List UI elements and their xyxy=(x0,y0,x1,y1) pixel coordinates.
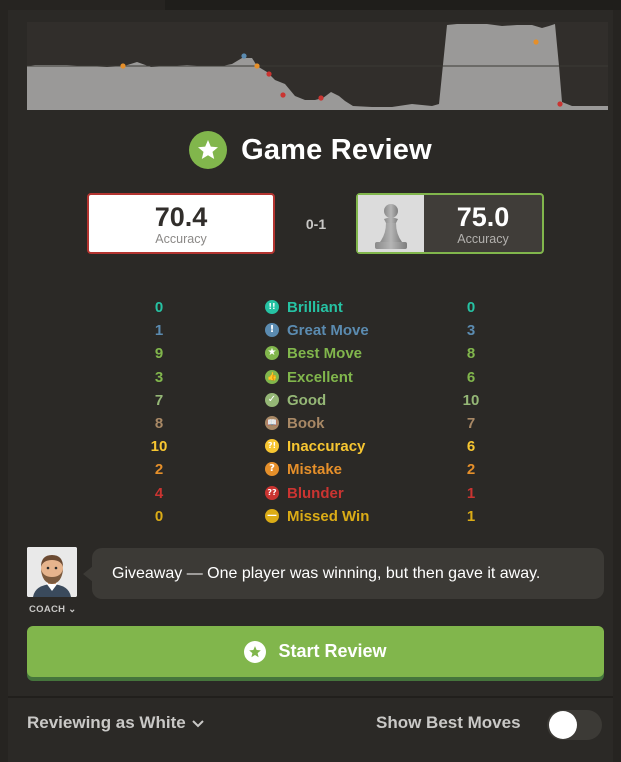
classification-icon: 📖 xyxy=(265,415,279,430)
classification-icon: ✓ xyxy=(265,392,279,407)
classification-name: Great Move xyxy=(287,322,369,340)
show-best-moves-toggle[interactable] xyxy=(547,710,602,740)
show-best-moves-label: Show Best Moves xyxy=(376,713,521,732)
classification-icon: ?! xyxy=(265,439,279,454)
start-review-label: Start Review xyxy=(278,641,387,661)
classification-icon: ?? xyxy=(265,485,279,500)
classification-icon: 👍 xyxy=(265,369,279,384)
stat-row: 1! Great Move 3 xyxy=(0,319,621,342)
classification-name: Good xyxy=(287,391,327,409)
classification-name: Brilliant xyxy=(287,299,343,316)
black-count: 8 xyxy=(466,345,476,363)
white-count: 3 xyxy=(154,368,164,386)
chevron-down-icon xyxy=(191,713,204,733)
white-count: 2 xyxy=(154,461,164,479)
title-row: Game Review xyxy=(0,128,621,172)
white-count: 9 xyxy=(154,345,164,363)
top-strip xyxy=(0,0,621,10)
stat-row: 2? Mistake 2 xyxy=(0,458,621,481)
white-accuracy-box: 70.4 Accuracy xyxy=(87,193,275,254)
coach-message-bubble: Giveaway — One player was winning, but t… xyxy=(92,548,604,599)
black-count: 10 xyxy=(462,391,480,409)
classification-name: Book xyxy=(287,414,325,432)
toggle-knob xyxy=(549,711,577,739)
classification-name: Best Move xyxy=(287,345,363,363)
stat-row: 0!! Brilliant 0 xyxy=(0,296,621,319)
reviewing-as-dropdown[interactable]: Reviewing as White xyxy=(27,713,204,733)
stat-row: 0 — Missed Win 1 xyxy=(0,505,621,528)
star-icon xyxy=(244,640,267,663)
chevron-down-icon: ⌄ xyxy=(68,604,77,615)
pawn-icon xyxy=(358,195,424,252)
evaluation-graph[interactable] xyxy=(27,22,608,110)
white-count: 7 xyxy=(154,391,164,409)
white-count: 0 xyxy=(154,507,164,525)
game-result: 0-1 xyxy=(305,216,327,232)
coach-dropdown[interactable]: COACH ⌄ xyxy=(29,604,77,615)
stat-row: 9 ★ Best Move 8 xyxy=(0,342,621,365)
stat-row: 7 ✓ Good 10 xyxy=(0,389,621,412)
white-accuracy-label: Accuracy xyxy=(155,232,207,246)
coach-avatar[interactable] xyxy=(27,547,77,597)
classification-icon: ! xyxy=(265,323,279,338)
black-count: 6 xyxy=(466,368,476,386)
black-count: 6 xyxy=(466,438,476,456)
white-count: 4 xyxy=(154,484,164,502)
classification-name: Blunder xyxy=(287,484,344,502)
black-accuracy-box: 75.0 Accuracy xyxy=(356,193,544,254)
white-count: 0 xyxy=(154,299,164,316)
stat-row: 8 📖 Book 7 xyxy=(0,412,621,435)
black-accuracy-label: Accuracy xyxy=(457,232,509,246)
black-count: 0 xyxy=(466,299,476,316)
star-icon xyxy=(189,131,228,169)
divider xyxy=(8,696,613,698)
classification-name: Excellent xyxy=(287,368,353,386)
black-accuracy-value: 75.0 xyxy=(456,202,510,232)
coach-message: Giveaway — One player was winning, but t… xyxy=(112,564,541,582)
page-title: Game Review xyxy=(241,133,432,166)
classification-icon: — xyxy=(265,508,279,523)
white-count: 10 xyxy=(150,438,168,456)
black-count: 7 xyxy=(466,414,476,432)
classification-name: Mistake xyxy=(287,461,343,479)
classification-icon: ? xyxy=(265,462,279,477)
reviewing-as-label: Reviewing as White xyxy=(27,713,186,732)
classification-name: Missed Win xyxy=(287,507,370,525)
stat-row: 4?? Blunder 1 xyxy=(0,482,621,505)
classification-icon: ★ xyxy=(265,346,279,361)
white-count: 1 xyxy=(154,322,164,340)
start-review-button[interactable]: Start Review xyxy=(27,626,604,677)
black-count: 1 xyxy=(466,507,476,525)
classification-icon: !! xyxy=(265,300,279,314)
black-count: 1 xyxy=(466,484,476,502)
stat-row: 10?! Inaccuracy 6 xyxy=(0,435,621,458)
white-accuracy-value: 70.4 xyxy=(154,202,208,232)
move-classification-table: 0!! Brilliant 0 1! Great Move 3 9 ★ Best Move 8 3 👍… xyxy=(0,296,621,528)
stat-row: 3 👍 Excellent 6 xyxy=(0,366,621,389)
black-count: 3 xyxy=(466,322,476,340)
white-count: 8 xyxy=(154,414,164,432)
black-count: 2 xyxy=(466,461,476,479)
classification-name: Inaccuracy xyxy=(287,438,366,456)
